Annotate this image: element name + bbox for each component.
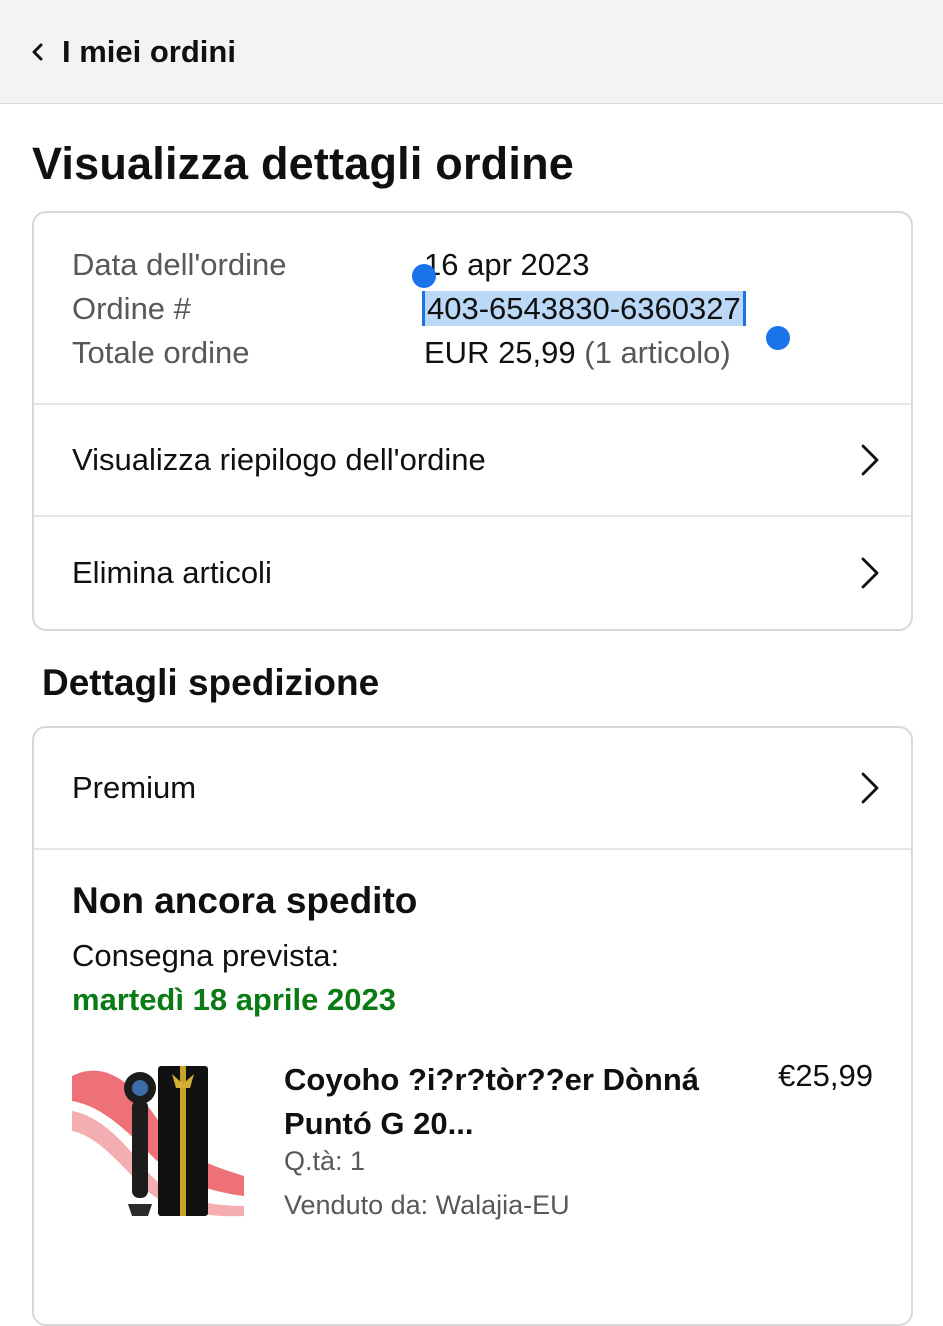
order-total-label: Totale ordine: [72, 335, 250, 370]
order-total-value-wrap: EUR 25,99 (1 articolo): [424, 331, 731, 375]
order-total-value: EUR 25,99: [424, 335, 576, 370]
shipping-method-label: Premium: [72, 770, 197, 805]
selection-end-handle[interactable]: [766, 326, 790, 350]
product-quantity: Q.tà: 1: [284, 1146, 366, 1176]
order-number-row: Ordine # 403-6543830-6360327: [72, 287, 746, 331]
chevron-left-icon: [32, 43, 43, 60]
product-title[interactable]: Coyoho ?i?r?tòr??er Dònná Puntó G 20...: [284, 1058, 724, 1146]
delete-items-row[interactable]: Elimina articoli: [34, 517, 911, 629]
order-info-block: Data dell'ordine 16 apr 2023 Ordine # 40…: [34, 213, 911, 405]
order-date-row: Data dell'ordine 16 apr 2023: [72, 243, 589, 287]
delivery-label: Consegna prevista:: [72, 938, 340, 973]
shipping-method-row[interactable]: Premium: [34, 728, 911, 850]
product-price: €25,99: [778, 1058, 873, 1093]
view-order-summary-label: Visualizza riepilogo dell'ordine: [72, 442, 486, 477]
shipping-section-title: Dettagli spedizione: [42, 662, 380, 703]
top-bar: I miei ordini: [0, 0, 943, 104]
view-order-summary-row[interactable]: Visualizza riepilogo dell'ordine: [34, 405, 911, 517]
product-seller: Venduto da: Walajia-EU: [284, 1190, 570, 1220]
order-date-label: Data dell'ordine: [72, 247, 287, 282]
selection-start-handle[interactable]: [412, 264, 436, 288]
chevron-right-icon: [861, 444, 879, 476]
delivery-date: martedì 18 aprile 2023: [72, 982, 396, 1017]
page-title: Visualizza dettagli ordine: [32, 138, 574, 189]
order-date-value: 16 apr 2023: [424, 247, 590, 282]
order-item-count: (1 articolo): [584, 335, 731, 370]
delete-items-label: Elimina articoli: [72, 555, 272, 590]
order-number-label: Ordine #: [72, 291, 191, 326]
shipping-card: Premium Non ancora spedito Consegna prev…: [32, 726, 913, 1326]
chevron-right-icon: [861, 557, 879, 589]
order-number-value-wrap: 403-6543830-6360327: [422, 287, 746, 331]
order-total-row: Totale ordine EUR 25,99 (1 articolo): [72, 331, 731, 375]
product-image[interactable]: [72, 1056, 244, 1228]
order-info-card: Data dell'ordine 16 apr 2023 Ordine # 40…: [32, 211, 913, 631]
chevron-right-icon: [861, 772, 879, 804]
back-label: I miei ordini: [62, 33, 236, 69]
back-to-orders-link[interactable]: I miei ordini: [28, 34, 236, 70]
shipment-status: Non ancora spedito: [72, 880, 418, 921]
order-number-value[interactable]: 403-6543830-6360327: [422, 291, 746, 326]
